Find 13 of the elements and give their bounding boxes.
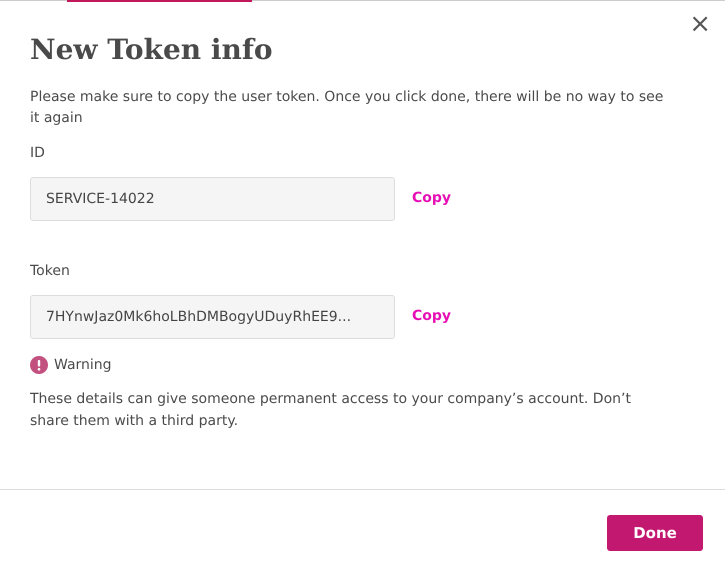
intro-text: Please make sure to copy the user token. Once you click done, there will be no way to see it again — [30, 88, 664, 128]
dialog-title: New Token info — [30, 33, 273, 67]
text-field[interactable]: SERVICE-14022 — [30, 176, 395, 221]
copy-link[interactable]: Copy — [412, 306, 452, 328]
field-label: Token — [30, 262, 70, 281]
warning-text: These details can give someone permanent access to your company’s account. Don’t share them with a third party. — [30, 390, 632, 431]
field-label: ID — [30, 144, 45, 163]
copy-link[interactable]: Copy — [412, 188, 452, 210]
warning-label: Warning — [54, 356, 112, 375]
done-button[interactable]: Done — [607, 515, 703, 551]
close-button[interactable]: × — [687, 11, 713, 37]
text-field[interactable]: 7HYnwJaz0Mk6hoLBhDMBogyUDuyRhEE9... — [30, 294, 395, 339]
warning-icon — [30, 356, 48, 374]
